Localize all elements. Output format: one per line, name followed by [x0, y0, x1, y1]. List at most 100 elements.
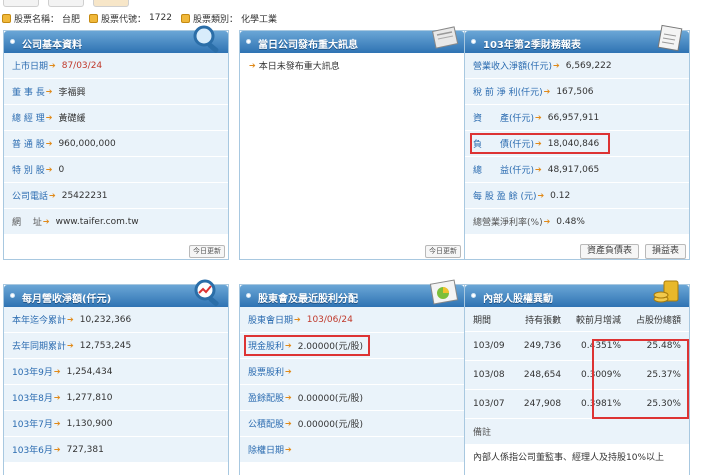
panel-header: 每月營收淨額(仟元): [4, 279, 228, 307]
arrow-icon: ➔: [49, 191, 56, 200]
basic-row: 總 經 理 ➔ 黃礎緩: [4, 105, 228, 131]
table-cell: 247,908: [517, 389, 570, 418]
row-value: 0.48%: [556, 216, 585, 227]
finance-row: 資 產(仟元) ➔ 66,957,911: [465, 105, 689, 131]
basic-row: 特 別 股 ➔ 0: [4, 157, 228, 183]
row-label: 普 通 股: [12, 140, 45, 150]
panel-footer: 資產負債表 損益表: [465, 243, 689, 259]
revenue-row: 103年8月 ➔ 1,277,810: [4, 385, 228, 411]
highlight-box: [470, 133, 610, 154]
dividend-row: 盈餘配股 ➔ 0.00000(元/股): [240, 385, 464, 411]
row-value: 167,506: [556, 86, 594, 97]
stock-category-value: 化學工業: [240, 14, 277, 25]
panel-title: 公司基本資料: [22, 40, 82, 51]
revenue-row: 本年迄今累計 ➔ 10,232,366: [4, 307, 228, 333]
row-value: 1,277,810: [66, 392, 113, 403]
row-value: 960,000,000: [58, 138, 116, 149]
note-label-row: 備註: [465, 419, 689, 445]
website-link[interactable]: www.taifer.com.tw: [56, 217, 139, 227]
arrow-icon: ➔: [294, 315, 301, 324]
row-value: 0.12: [550, 190, 571, 201]
panel-title: 每月營收淨額(仟元): [22, 294, 112, 305]
table-cell: 103/08: [465, 360, 518, 390]
insider-holdings-panel: 內部人股權異動 期間 持有張數 較前月增減 占股份總額 103/09 249,7…: [464, 280, 690, 475]
row-value: 黃礎緩: [58, 114, 86, 124]
arrow-icon: ➔: [285, 393, 292, 402]
panel-header: 股東會及最近股利分配: [240, 279, 464, 307]
dividend-row: 公積配股 ➔ 0.00000(元/股): [240, 411, 464, 437]
revenue-row: 去年同期累計 ➔ 12,753,245: [4, 333, 228, 359]
header-bullet-icon: [246, 39, 251, 44]
panel-title: 股東會及最近股利分配: [258, 294, 358, 305]
row-label: 總 益(仟元): [473, 166, 535, 176]
header-bullet-icon: [471, 293, 476, 298]
note-label: 備註: [473, 428, 492, 438]
row-label: 資 產(仟元): [473, 114, 535, 124]
row-label: 總營業淨利率(%): [473, 218, 543, 228]
arrow-icon: ➔: [53, 367, 61, 376]
finance-row: 總營業淨利率(%) ➔ 0.48%: [465, 209, 689, 235]
row-label: 董 事 長: [12, 88, 45, 98]
header-bullet-icon: [10, 39, 15, 44]
stock-code-label: 股票代號：: [101, 14, 147, 25]
row-label: 公司電話: [12, 192, 49, 202]
arrow-icon: ➔: [53, 393, 61, 402]
top-tab-2[interactable]: [48, 0, 84, 7]
top-tab-1[interactable]: [3, 0, 39, 7]
financial-report-panel: 103年第2季財務報表 營業收入淨額(仟元) ➔ 6,569,222 稅 前 淨 利…: [464, 24, 690, 260]
basic-row: 董 事 長 ➔ 李福興: [4, 79, 228, 105]
finance-row: 營業收入淨額(仟元) ➔ 6,569,222: [465, 53, 689, 79]
row-label: 網 址: [12, 218, 42, 228]
newspaper-icon: [431, 26, 459, 49]
table-cell: 249,736: [517, 331, 570, 361]
today-update-button[interactable]: 今日更新: [189, 244, 225, 258]
balance-sheet-button[interactable]: 資產負債表: [579, 243, 639, 259]
panel-footer: 今日更新: [4, 243, 228, 259]
info-bullet-icon: [180, 13, 190, 23]
panel-header: 內部人股權異動: [465, 280, 689, 307]
header-bullet-icon: [10, 293, 15, 298]
arrow-icon: ➔: [67, 341, 74, 350]
row-label: 去年同期累計: [12, 342, 67, 352]
news-item[interactable]: ➔ 本日未發布重大訊息: [240, 53, 464, 78]
row-value: 10,232,366: [79, 314, 132, 325]
arrow-icon: ➔: [553, 61, 560, 70]
panel-header: 當日公司發布重大訊息: [240, 26, 464, 53]
row-label: 103年6月: [12, 446, 53, 456]
arrow-icon: ➔: [45, 87, 53, 96]
row-label: 總 經 理: [12, 114, 45, 124]
company-basic-panel: 公司基本資料 上市日期 ➔ 87/03/24 董 事 長 ➔ 李福興 總 經 理 ➔ 黃礎緩…: [3, 25, 229, 260]
arrow-icon: ➔: [285, 367, 292, 376]
monthly-revenue-panel: 每月營收淨額(仟元) 本年迄今累計 ➔ 10,232,366 去年同期累計 ➔ 12,7…: [3, 279, 229, 475]
row-label: 上市日期: [12, 62, 49, 72]
row-label: 特 別 股: [12, 166, 45, 176]
row-label: 營業收入淨額(仟元): [473, 62, 553, 72]
row-value: 0: [58, 164, 65, 175]
dividend-row: 現金股利 ➔ 2.00000(元/股): [240, 333, 464, 359]
table-cell: 103/07: [465, 389, 518, 418]
row-label: 103年7月: [12, 420, 53, 430]
row-label: 股東會日期: [248, 316, 294, 326]
panel-title: 103年第2季財務報表: [483, 40, 581, 51]
table-cell: 103/09: [465, 331, 518, 361]
table-cell: 248,654: [517, 360, 570, 390]
finance-row: 每 股 盈 餘 (元) ➔ 0.12: [465, 183, 689, 209]
notepad-icon: [657, 24, 683, 52]
top-tab-3[interactable]: [93, 0, 129, 7]
info-bullet-icon: [2, 13, 11, 23]
highlight-box: [592, 339, 689, 419]
revenue-row: 103年7月 ➔ 1,130,900: [4, 411, 228, 437]
row-label: 除權日期: [248, 446, 285, 456]
finance-row: 負 債(仟元) ➔ 18,040,846: [465, 131, 689, 157]
today-update-button[interactable]: 今日更新: [425, 244, 461, 258]
panel-header: 103年第2季財務報表: [465, 24, 689, 53]
stock-name-label: 股票名稱：: [14, 14, 60, 25]
arrow-icon: ➔: [537, 191, 545, 200]
header-bullet-icon: [471, 39, 476, 44]
row-value: 66,957,911: [547, 112, 600, 123]
stock-info-bar: 股票名稱： 台肥 股票代號： 1722 股票類別： 化學工業: [2, 11, 283, 25]
revenue-row: 103年6月 ➔ 727,381: [4, 437, 228, 463]
basic-row: 普 通 股 ➔ 960,000,000: [4, 131, 228, 157]
row-value: 87/03/24: [61, 60, 103, 71]
income-statement-button[interactable]: 損益表: [644, 243, 686, 259]
